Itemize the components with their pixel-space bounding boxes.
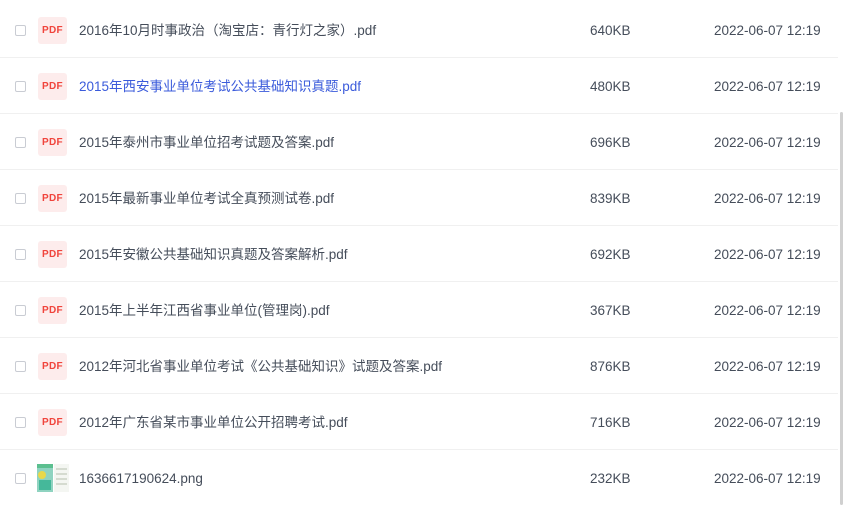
file-row[interactable]: PDF 2015年最新事业单位考试全真预测试卷.pdf 839KB 2022-0…	[0, 170, 838, 226]
file-size: 480KB	[590, 79, 631, 94]
pdf-file-icon: PDF	[38, 73, 67, 100]
file-row[interactable]: PDF 2015年泰州市事业单位招考试题及答案.pdf 696KB 2022-0…	[0, 114, 838, 170]
file-name[interactable]: 2015年最新事业单位考试全真预测试卷.pdf	[79, 170, 334, 226]
file-row[interactable]: PDF 2012年广东省某市事业单位公开招聘考试.pdf 716KB 2022-…	[0, 394, 838, 450]
file-size: 640KB	[590, 23, 631, 38]
row-checkbox[interactable]	[15, 193, 26, 204]
pdf-file-icon: PDF	[38, 409, 67, 436]
file-name[interactable]: 1636617190624.png	[79, 450, 203, 506]
file-modified-date: 2022-06-07 12:19	[714, 247, 821, 262]
file-row[interactable]: PDF 2015年安徽公共基础知识真题及答案解析.pdf 692KB 2022-…	[0, 226, 838, 282]
file-row[interactable]: 1636617190624.png 232KB 2022-06-07 12:19	[0, 450, 838, 506]
file-modified-date: 2022-06-07 12:19	[714, 415, 821, 430]
file-modified-date: 2022-06-07 12:19	[714, 303, 821, 318]
file-modified-date: 2022-06-07 12:19	[714, 471, 821, 486]
file-name[interactable]: 2015年安徽公共基础知识真题及答案解析.pdf	[79, 226, 348, 282]
file-name[interactable]: 2015年西安事业单位考试公共基础知识真题.pdf	[79, 58, 361, 114]
file-modified-date: 2022-06-07 12:19	[714, 79, 821, 94]
file-name[interactable]: 2016年10月时事政治（淘宝店：青行灯之家）.pdf	[79, 2, 376, 58]
file-size: 232KB	[590, 471, 631, 486]
file-size: 716KB	[590, 415, 631, 430]
file-size: 696KB	[590, 135, 631, 150]
file-modified-date: 2022-06-07 12:19	[714, 135, 821, 150]
file-name[interactable]: 2012年广东省某市事业单位公开招聘考试.pdf	[79, 394, 348, 450]
file-size: 367KB	[590, 303, 631, 318]
row-checkbox[interactable]	[15, 137, 26, 148]
file-size: 692KB	[590, 247, 631, 262]
row-checkbox[interactable]	[15, 473, 26, 484]
file-row[interactable]: PDF 2015年上半年江西省事业单位(管理岗).pdf 367KB 2022-…	[0, 282, 838, 338]
file-modified-date: 2022-06-07 12:19	[714, 191, 821, 206]
file-size: 876KB	[590, 359, 631, 374]
row-checkbox[interactable]	[15, 249, 26, 260]
pdf-file-icon: PDF	[38, 129, 67, 156]
file-modified-date: 2022-06-07 12:19	[714, 359, 821, 374]
image-thumbnail-icon	[36, 463, 70, 493]
file-modified-date: 2022-06-07 12:19	[714, 23, 821, 38]
pdf-file-icon: PDF	[38, 185, 67, 212]
file-row[interactable]: PDF 2012年河北省事业单位考试《公共基础知识》试题及答案.pdf 876K…	[0, 338, 838, 394]
row-checkbox[interactable]	[15, 25, 26, 36]
pdf-file-icon: PDF	[38, 297, 67, 324]
row-checkbox[interactable]	[15, 417, 26, 428]
file-name[interactable]: 2015年上半年江西省事业单位(管理岗).pdf	[79, 282, 330, 338]
file-row[interactable]: PDF 2015年西安事业单位考试公共基础知识真题.pdf 480KB 2022…	[0, 58, 838, 114]
row-checkbox[interactable]	[15, 305, 26, 316]
row-checkbox[interactable]	[15, 361, 26, 372]
pdf-file-icon: PDF	[38, 17, 67, 44]
pdf-file-icon: PDF	[38, 353, 67, 380]
file-name[interactable]: 2015年泰州市事业单位招考试题及答案.pdf	[79, 114, 334, 170]
file-row[interactable]: PDF 2016年10月时事政治（淘宝店：青行灯之家）.pdf 640KB 20…	[0, 2, 838, 58]
file-list: PDF 2016年10月时事政治（淘宝店：青行灯之家）.pdf 640KB 20…	[0, 0, 843, 505]
pdf-file-icon: PDF	[38, 241, 67, 268]
file-size: 839KB	[590, 191, 631, 206]
row-checkbox[interactable]	[15, 81, 26, 92]
file-name[interactable]: 2012年河北省事业单位考试《公共基础知识》试题及答案.pdf	[79, 338, 442, 394]
